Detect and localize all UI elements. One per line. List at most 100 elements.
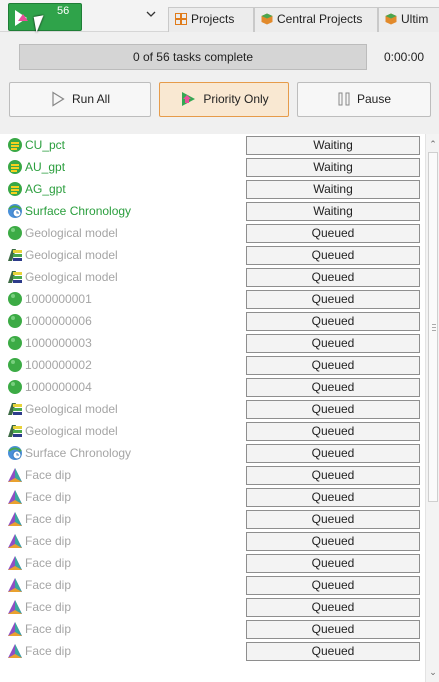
task-name: Geological model	[25, 270, 118, 284]
geo-model-icon	[7, 247, 23, 263]
task-status: Queued	[246, 312, 420, 331]
tab-ultim-label: Ultim	[401, 12, 429, 26]
task-row[interactable]: Geological model Queued	[0, 266, 425, 288]
chevron-down-icon[interactable]	[146, 9, 156, 19]
task-name: AU_gpt	[25, 160, 66, 174]
task-row[interactable]: CU_pct Waiting	[0, 134, 425, 156]
task-name: Geological model	[25, 248, 118, 262]
task-name: Face dip	[25, 556, 72, 570]
tab-central-projects[interactable]: Central Projects	[254, 7, 378, 32]
task-row[interactable]: Face dip Queued	[0, 596, 425, 618]
tab-central-projects-label: Central Projects	[277, 12, 363, 26]
task-row[interactable]: 1000000002 Queued	[0, 354, 425, 376]
task-name: 1000000002	[25, 358, 92, 372]
green-ball-icon	[7, 357, 23, 373]
task-row[interactable]: Face dip Queued	[0, 486, 425, 508]
task-name: Face dip	[25, 578, 72, 592]
task-row[interactable]: Geological model Queued	[0, 222, 425, 244]
priority-only-button[interactable]: Priority Only	[159, 82, 289, 117]
task-status: Queued	[246, 290, 420, 309]
face-dip-icon	[7, 577, 23, 593]
task-row[interactable]: Face dip Queued	[0, 530, 425, 552]
task-name: AG_gpt	[25, 182, 66, 196]
priority-arrow-icon	[18, 14, 28, 21]
task-row[interactable]: Surface Chronology Waiting	[0, 200, 425, 222]
pause-icon	[338, 92, 350, 106]
task-status: Queued	[246, 356, 420, 375]
task-name: Face dip	[25, 600, 72, 614]
task-status: Queued	[246, 422, 420, 441]
geo-model-icon	[7, 401, 23, 417]
task-status: Queued	[246, 378, 420, 397]
scrollbar-thumb[interactable]	[428, 152, 438, 502]
task-name: Face dip	[25, 512, 72, 526]
task-row[interactable]: Face dip Queued	[0, 552, 425, 574]
green-ball-icon	[7, 335, 23, 351]
task-row[interactable]: Face dip Queued	[0, 464, 425, 486]
numeric-model-icon	[7, 181, 23, 197]
face-dip-icon	[7, 555, 23, 571]
task-status: Waiting	[246, 180, 420, 199]
face-dip-icon	[7, 621, 23, 637]
tab-ultim[interactable]: Ultim	[378, 7, 439, 32]
priority-play-icon	[182, 92, 196, 106]
task-name: Geological model	[25, 402, 118, 416]
chevron-up-icon[interactable]: ⌃	[428, 138, 438, 150]
task-status: Queued	[246, 246, 420, 265]
task-name: 1000000003	[25, 336, 92, 350]
task-row[interactable]: Face dip Queued	[0, 508, 425, 530]
face-dip-icon	[7, 511, 23, 527]
geo-model-icon	[7, 269, 23, 285]
task-name: Face dip	[25, 490, 72, 504]
run-all-label: Run All	[71, 92, 111, 106]
task-row[interactable]: Surface Chronology Queued	[0, 442, 425, 464]
task-status: Queued	[246, 268, 420, 287]
task-row[interactable]: Geological model Queued	[0, 244, 425, 266]
surface-chronology-icon	[7, 203, 23, 219]
surface-chronology-icon	[7, 445, 23, 461]
chevron-down-icon[interactable]: ⌄	[428, 666, 438, 678]
green-ball-icon	[7, 379, 23, 395]
task-status: Waiting	[246, 202, 420, 221]
numeric-model-icon	[7, 159, 23, 175]
task-row[interactable]: 1000000006 Queued	[0, 310, 425, 332]
task-name: 1000000006	[25, 314, 92, 328]
task-row[interactable]: Face dip Queued	[0, 640, 425, 662]
grid-icon	[175, 13, 187, 25]
queue-count: 56	[57, 5, 70, 17]
task-row[interactable]: Face dip Queued	[0, 618, 425, 640]
task-status: Queued	[246, 598, 420, 617]
cube-icon	[261, 13, 273, 25]
task-row[interactable]: AG_gpt Waiting	[0, 178, 425, 200]
tab-projects[interactable]: Projects	[168, 7, 254, 32]
pause-button[interactable]: Pause	[297, 82, 431, 117]
task-name: Face dip	[25, 622, 72, 636]
green-ball-icon	[7, 225, 23, 241]
task-name: 1000000001	[25, 292, 92, 306]
task-name: Surface Chronology	[25, 446, 132, 460]
task-row[interactable]: Face dip Queued	[0, 574, 425, 596]
task-row[interactable]: AU_gpt Waiting	[0, 156, 425, 178]
task-name: Surface Chronology	[25, 204, 132, 218]
task-status: Queued	[246, 444, 420, 463]
task-row[interactable]: Geological model Queued	[0, 398, 425, 420]
task-status: Queued	[246, 466, 420, 485]
task-name: 1000000004	[25, 380, 92, 394]
task-row[interactable]: 1000000001 Queued	[0, 288, 425, 310]
face-dip-icon	[7, 467, 23, 483]
elapsed-time: 0:00:00	[384, 50, 425, 64]
task-name: Geological model	[25, 424, 118, 438]
tab-projects-label: Projects	[191, 12, 235, 26]
task-list-scrollbar[interactable]: ⌃ ⌄	[425, 134, 439, 682]
task-name: Face dip	[25, 644, 72, 658]
task-status: Queued	[246, 642, 420, 661]
pause-label: Pause	[356, 92, 392, 106]
task-row[interactable]: 1000000003 Queued	[0, 332, 425, 354]
task-progress-bar: 0 of 56 tasks complete	[19, 44, 367, 70]
task-status: Queued	[246, 576, 420, 595]
task-status: Queued	[246, 510, 420, 529]
task-row[interactable]: 1000000004 Queued	[0, 376, 425, 398]
run-all-button[interactable]: Run All	[9, 82, 151, 117]
task-row[interactable]: Geological model Queued	[0, 420, 425, 442]
green-ball-icon	[7, 291, 23, 307]
